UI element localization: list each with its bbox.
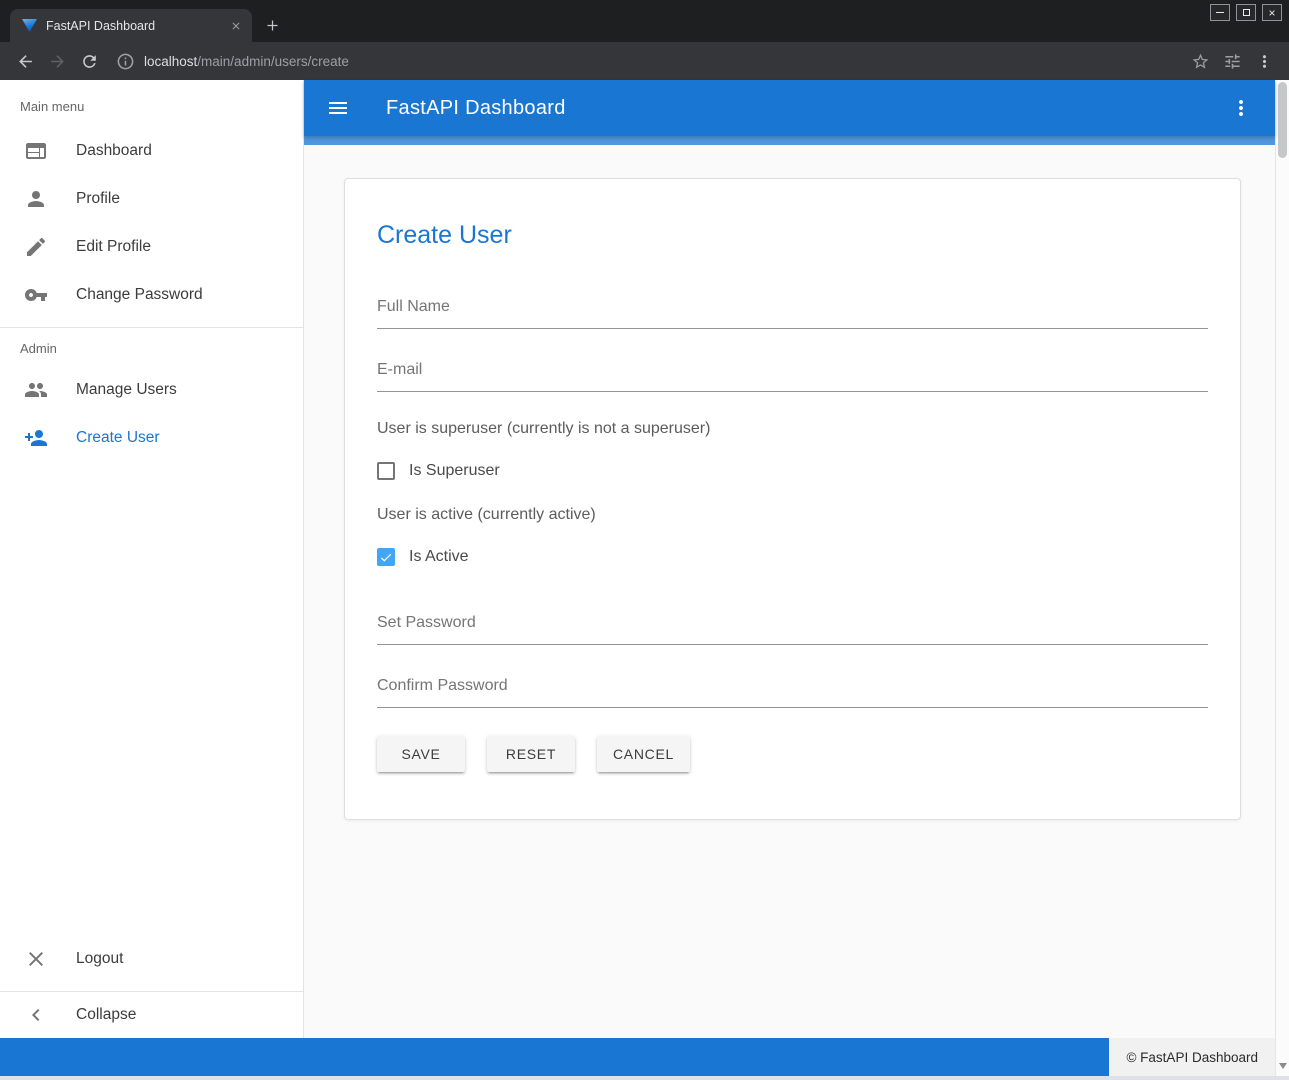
check-icon [379,550,393,565]
sidebar-item-label: Create User [76,429,160,447]
sidebar-item-label: Edit Profile [76,238,151,256]
superuser-hint: User is superuser (currently is not a su… [377,420,1208,438]
window-edge [0,1076,1289,1080]
address-bar[interactable]: localhost/main/admin/users/create [110,46,1179,76]
reset-button[interactable]: RESET [487,736,575,772]
sidebar-item-profile[interactable]: Profile [0,175,303,223]
set-password-field [377,610,1208,645]
active-checkbox-label: Is Active [409,548,469,566]
sidebar-item-label: Dashboard [76,142,152,160]
vuetify-logo-icon [22,19,37,32]
url-host: localhost [144,54,197,69]
scrollbar[interactable] [1275,80,1289,1076]
sidebar-item-manage-users[interactable]: Manage Users [0,366,303,414]
footer-copyright: © FastAPI Dashboard [1109,1038,1275,1076]
key-icon [24,283,48,307]
footer: © FastAPI Dashboard [0,1038,1275,1076]
person-add-icon [24,426,48,450]
browser-menu-icon[interactable] [1249,46,1279,76]
superuser-checkbox[interactable] [377,462,395,480]
browser-tab[interactable]: FastAPI Dashboard [10,9,252,42]
sidebar-item-create-user[interactable]: Create User [0,414,303,462]
sidebar-item-logout[interactable]: Logout [0,935,303,983]
form-actions: SAVE RESET CANCEL [377,736,1208,772]
appbar-more-icon[interactable] [1229,96,1253,120]
confirm-password-input[interactable] [377,673,1208,708]
new-tab-icon[interactable] [258,11,286,39]
page-title: Create User [377,221,1208,250]
email-field [377,357,1208,392]
dashboard-icon [24,139,48,163]
sidebar-item-change-password[interactable]: Change Password [0,271,303,319]
sidebar-item-collapse[interactable]: Collapse [0,992,303,1038]
minimize-button[interactable] [1210,4,1230,21]
tab-strip: FastAPI Dashboard × [0,0,1289,42]
superuser-checkbox-row: Is Superuser [377,462,1208,480]
window-controls: × [1210,4,1282,21]
hamburger-menu-icon[interactable] [326,96,350,120]
person-icon [24,187,48,211]
main-area: FastAPI Dashboard Create User [304,80,1275,1038]
email-input[interactable] [377,357,1208,392]
progress-bar [304,136,1275,145]
active-checkbox-row: Is Active [377,548,1208,566]
full-name-input[interactable] [377,294,1208,329]
back-icon[interactable] [10,46,40,76]
bookmark-star-icon[interactable] [1185,46,1215,76]
close-button[interactable]: × [1262,4,1282,21]
url-path: /main/admin/users/create [197,54,349,69]
browser-window: FastAPI Dashboard × localhost/ [0,0,1289,1080]
maximize-button[interactable] [1236,4,1256,21]
create-user-card: Create User User is superuser (currently… [344,178,1241,820]
cancel-button[interactable]: CANCEL [597,736,690,772]
full-name-field [377,294,1208,329]
content-area: Create User User is superuser (currently… [304,145,1275,1038]
active-hint: User is active (currently active) [377,506,1208,524]
scroll-down-arrow-icon[interactable] [1279,1063,1287,1069]
page: Main menu Dashboard Profile [0,80,1289,1076]
app-bar: FastAPI Dashboard [304,80,1275,136]
sidebar-item-label: Collapse [76,1006,136,1024]
confirm-password-field [377,673,1208,708]
url-text: localhost/main/admin/users/create [144,54,349,69]
logout-x-icon [24,947,48,971]
scrollbar-thumb[interactable] [1278,82,1287,158]
sidebar-item-label: Logout [76,950,123,968]
forward-icon[interactable] [42,46,72,76]
sidebar-item-label: Change Password [76,286,203,304]
chevron-left-icon [24,1003,48,1027]
sidebar-item-label: Manage Users [76,381,177,399]
pencil-icon [24,235,48,259]
save-button[interactable]: SAVE [377,736,465,772]
reload-icon[interactable] [74,46,104,76]
tab-close-icon[interactable] [227,17,244,34]
tune-icon[interactable] [1217,46,1247,76]
sidebar-item-dashboard[interactable]: Dashboard [0,127,303,175]
sidebar-section-main-menu: Main menu [0,80,303,127]
tab-title: FastAPI Dashboard [46,19,218,33]
active-checkbox[interactable] [377,548,395,566]
set-password-input[interactable] [377,610,1208,645]
sidebar-spacer [0,462,303,935]
site-info-icon[interactable] [110,46,140,76]
sidebar-item-edit-profile[interactable]: Edit Profile [0,223,303,271]
sidebar-item-label: Profile [76,190,120,208]
browser-toolbar: localhost/main/admin/users/create [0,42,1289,80]
superuser-checkbox-label: Is Superuser [409,462,500,480]
sidebar-section-admin: Admin [0,328,303,366]
sidebar: Main menu Dashboard Profile [0,80,304,1038]
appbar-title: FastAPI Dashboard [386,97,566,120]
people-icon [24,378,48,402]
